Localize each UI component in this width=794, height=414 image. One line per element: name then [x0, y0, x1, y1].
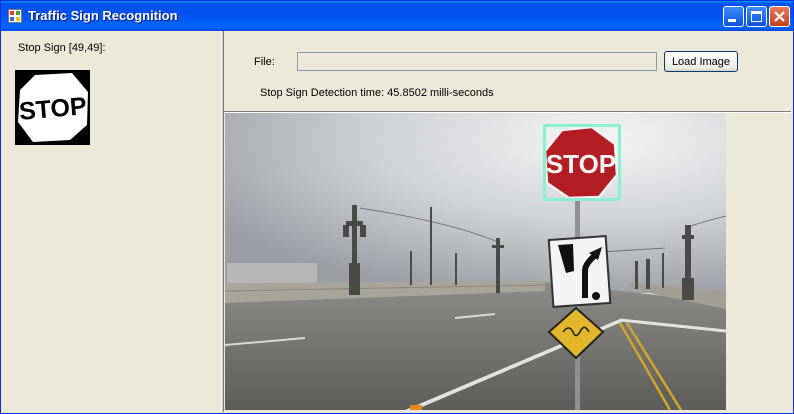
file-path-input[interactable] [297, 52, 657, 71]
load-image-button[interactable]: Load Image [664, 51, 738, 72]
app-window: Traffic Sign Recognition Stop Sign [49,4… [0, 0, 794, 414]
distant-building [227, 263, 317, 285]
window-title: Traffic Sign Recognition [28, 8, 178, 23]
keep-right-sign [547, 234, 612, 308]
maximize-icon [751, 11, 762, 22]
title-bar[interactable]: Traffic Sign Recognition [1, 1, 793, 31]
maximize-button[interactable] [746, 6, 767, 27]
stop-sign: STOP [543, 125, 619, 200]
road [225, 281, 726, 410]
close-button[interactable] [769, 6, 790, 27]
detected-signs-panel: Stop Sign [49,49]: STOP [4, 31, 221, 412]
detected-sign-thumbnail: STOP [15, 70, 90, 145]
stop-sign-text: STOP [546, 149, 616, 179]
client-area: Stop Sign [49,49]: STOP File: Load Image… [4, 31, 791, 412]
main-panel: File: Load Image Stop Sign Detection tim… [224, 31, 791, 412]
minimize-button[interactable] [723, 6, 744, 27]
app-icon [8, 9, 22, 23]
detected-sign-label: Stop Sign [49,49]: [18, 42, 106, 54]
file-label: File: [254, 56, 275, 68]
minimize-icon [728, 19, 736, 22]
thumbnail-stop-text: STOP [18, 92, 88, 126]
detection-time-label: Stop Sign Detection time: 45.8502 milli-… [260, 87, 494, 99]
result-image: STOP [225, 113, 726, 410]
close-icon [774, 11, 785, 22]
